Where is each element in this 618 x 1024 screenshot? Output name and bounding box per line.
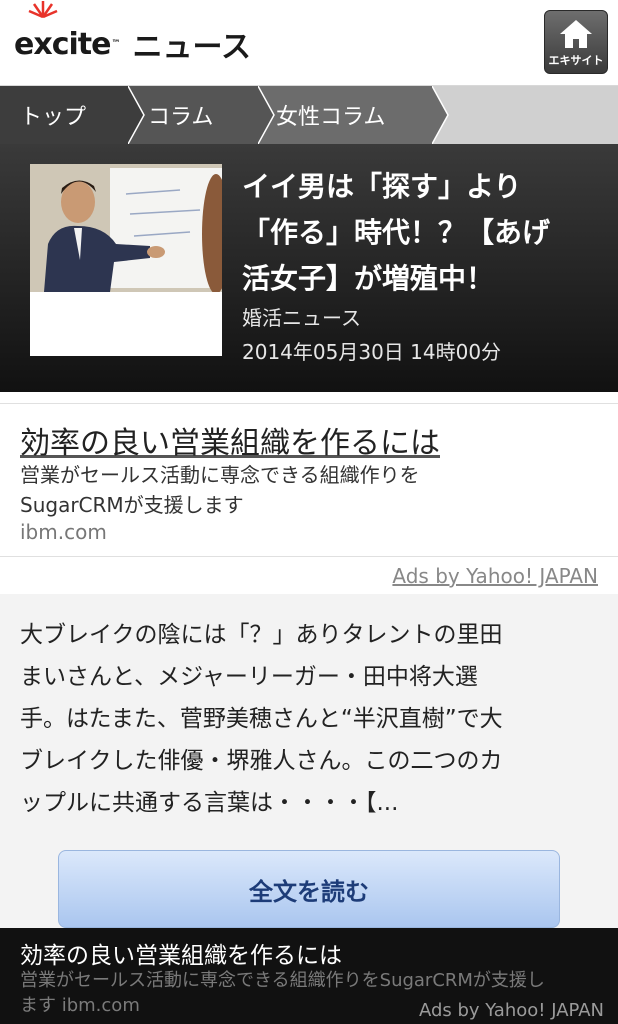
bottom-ads-by-yahoo-link[interactable]: Ads by Yahoo! JAPAN (419, 1000, 604, 1021)
ad-description-line: 営業がセールス活動に専念できる組織作りを (20, 463, 420, 487)
breadcrumb-item-top[interactable]: トップ (0, 86, 128, 144)
divider (0, 556, 618, 557)
feature-title-line: イイ男は「探す」より (242, 170, 522, 203)
excite-logo[interactable]: excite ™ ニュース (14, 1, 251, 72)
breadcrumb-chevron-icon (432, 86, 449, 144)
divider (0, 392, 618, 404)
house-icon (560, 20, 592, 48)
ad-domain: ibm.com (20, 520, 107, 544)
breadcrumb-chevron-icon (258, 86, 275, 144)
home-button-label: エキサイト (548, 54, 604, 67)
feature-thumbnail (30, 164, 222, 356)
article-line: ップルに共通する言葉は・・・・【... (20, 790, 399, 816)
feature-photo (30, 164, 222, 292)
home-button[interactable]: エキサイト (544, 10, 608, 74)
feature-title[interactable]: イイ男は「探す」より 「作る」時代！？【あげ 活女子】が増殖中！ (242, 164, 598, 302)
breadcrumb-label: 女性コラム (276, 105, 386, 130)
bottom-ad-title[interactable]: 効率の良い営業組織を作るには (20, 936, 342, 970)
article-line: 大ブレイクの陰には「？」ありタレントの里田 (20, 622, 503, 648)
bottom-sticky-ad[interactable]: 効率の良い営業組織を作るには 営業がセールス活動に専念できる組織作りをSugar… (0, 928, 618, 1024)
breadcrumb-chevron-icon (128, 86, 145, 144)
logo-text: excite (14, 26, 111, 62)
section-title: ニュース (132, 30, 251, 65)
speaker-photo-icon (30, 164, 222, 292)
article-summary: 大ブレイクの陰には「？」ありタレントの里田 まいさんと、メジャーリーガー・田中将… (0, 594, 618, 928)
feature-title-line: 活女子】が増殖中！ (242, 262, 495, 295)
feature-date: 2014年05月30日 14時00分 (242, 340, 502, 364)
logo-burst-icon (28, 1, 58, 18)
feature-source: 婚活ニュース (242, 306, 361, 330)
article-line: まいさんと、メジャーリーガー・田中将大選 (20, 664, 478, 690)
breadcrumb-label: トップ (20, 105, 87, 130)
ads-by-yahoo-link[interactable]: Ads by Yahoo! JAPAN (392, 564, 598, 588)
bottom-ad-description-line: 営業がセールス活動に専念できる組織作りをSugarCRMが支援し (20, 970, 545, 991)
sponsored-ad[interactable]: 効率の良い営業組織を作るには 営業がセールス活動に専念できる組織作りを Suga… (0, 404, 618, 556)
article-line: 手。はたまた、菅野美穂さんと“半沢直樹”で大 (20, 706, 503, 732)
ad-description: 営業がセールス活動に専念できる組織作りを SugarCRMが支援します (20, 460, 520, 520)
article-line: ブレイクした俳優・堺雅人さん。この二つのカ (20, 748, 503, 774)
breadcrumb: 女性コラム コラム トップ (0, 86, 618, 144)
feature-title-line: 「作る」時代！？【あげ (242, 216, 551, 249)
app-header: excite ™ ニュース エキサイト (0, 0, 618, 86)
logo-trademark: ™ (111, 39, 121, 49)
read-full-article-button[interactable]: 全文を読む (58, 850, 560, 928)
article-text: 大ブレイクの陰には「？」ありタレントの里田 まいさんと、メジャーリーガー・田中将… (20, 614, 600, 824)
ad-title-link[interactable]: 効率の良い営業組織を作るには (20, 418, 440, 462)
ad-description-line: SugarCRMが支援します (20, 493, 244, 517)
